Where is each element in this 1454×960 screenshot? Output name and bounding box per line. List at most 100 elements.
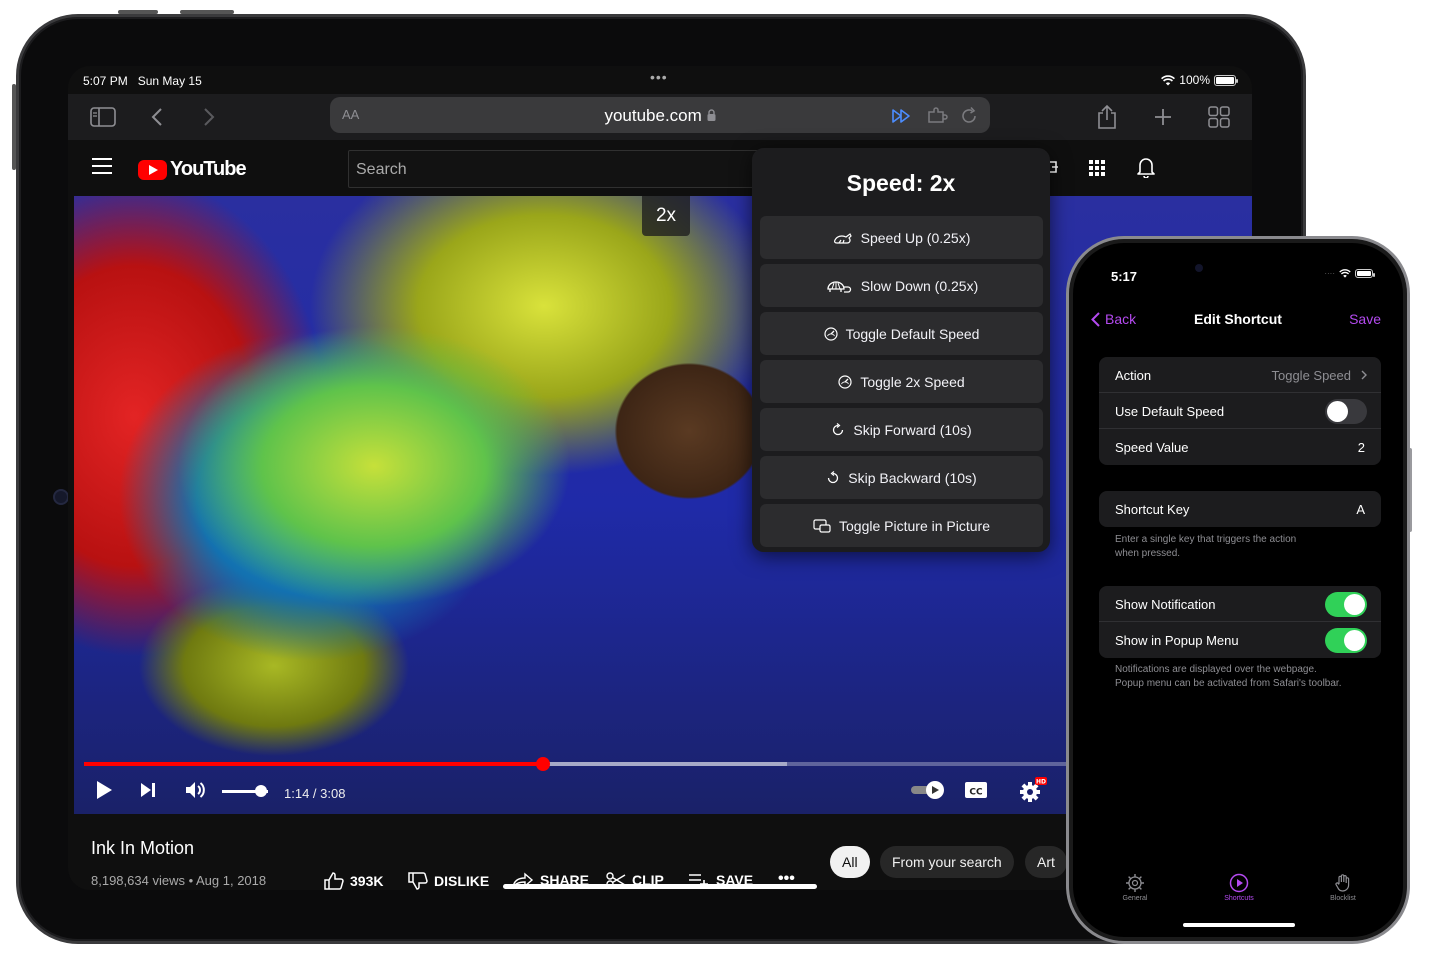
- tab-shortcuts-label: Shortcuts: [1224, 895, 1254, 902]
- share-icon[interactable]: [1092, 102, 1122, 132]
- speed-value-row[interactable]: Speed Value 2: [1099, 429, 1381, 465]
- signal-dots-icon: ····: [1324, 269, 1335, 278]
- settings-gear-icon[interactable]: HD: [1018, 776, 1048, 804]
- iphone-status-bar: 5:17 ····: [1079, 249, 1397, 293]
- iphone-status-time: 5:17: [1111, 269, 1138, 284]
- skip-backward-button[interactable]: Skip Backward (10s): [760, 456, 1043, 499]
- skip-forward-button[interactable]: Skip Forward (10s): [760, 408, 1043, 451]
- skip-backward-label: Skip Backward (10s): [848, 469, 977, 486]
- speed-up-label: Speed Up (0.25x): [860, 229, 971, 246]
- pip-icon: [813, 518, 831, 533]
- reload-icon[interactable]: [958, 105, 980, 127]
- progress-bar[interactable]: [84, 757, 1074, 771]
- bell-icon[interactable]: [1136, 156, 1156, 178]
- url-domain: youtube.com: [604, 106, 702, 125]
- back-chevron-icon[interactable]: [142, 102, 172, 132]
- apps-grid-icon[interactable]: [1088, 159, 1106, 177]
- dislike-button[interactable]: DISLIKE: [408, 872, 489, 890]
- toggle-pip-label: Toggle Picture in Picture: [839, 517, 990, 534]
- chip-all[interactable]: All: [830, 846, 870, 878]
- play-icon[interactable]: [94, 778, 114, 802]
- safari-toolbar: AA youtube.com: [68, 94, 1252, 140]
- video-title: Ink In Motion: [91, 838, 195, 858]
- toggle-default-speed-label: Toggle Default Speed: [845, 325, 980, 342]
- tab-blocklist[interactable]: Blocklist: [1303, 873, 1383, 902]
- notification-group: Show Notification Show in Popup Menu: [1099, 586, 1381, 658]
- url-field[interactable]: AA youtube.com: [330, 97, 990, 133]
- status-right: 100%: [1161, 73, 1238, 87]
- thumbs-up-icon: [324, 872, 344, 890]
- toggle-pip-button[interactable]: Toggle Picture in Picture: [760, 504, 1043, 547]
- action-settings-group: Action Toggle Speed Use Default Speed Sp…: [1099, 357, 1381, 465]
- navigation-bar: Back Edit Shortcut Save: [1079, 299, 1397, 339]
- sidebar-icon[interactable]: [88, 102, 118, 132]
- tab-general[interactable]: General: [1095, 873, 1175, 902]
- speed-popup-menu: Speed: 2x Speed Up (0.25x) Slow Down (0.…: [752, 148, 1050, 552]
- toggle-default-speed-button[interactable]: Toggle Default Speed: [760, 312, 1043, 355]
- battery-percent: 100%: [1179, 73, 1210, 87]
- show-popup-row: Show in Popup Menu: [1099, 622, 1381, 658]
- action-row[interactable]: Action Toggle Speed: [1099, 357, 1381, 393]
- tab-general-label: General: [1122, 895, 1148, 902]
- iphone-screen: 5:17 ···· Back Edit Shortcut Save Action: [1079, 249, 1397, 931]
- show-popup-toggle[interactable]: [1325, 628, 1367, 653]
- like-count: 393K: [350, 873, 384, 889]
- show-notification-toggle[interactable]: [1325, 592, 1367, 617]
- youtube-logo[interactable]: YouTube: [138, 158, 247, 181]
- forward-chevron-icon[interactable]: [194, 102, 224, 132]
- tab-shortcuts[interactable]: Shortcuts: [1199, 873, 1279, 902]
- youtube-play-logo-icon: [138, 159, 167, 180]
- hd-badge: HD: [1036, 779, 1046, 786]
- play-circle-icon: [1229, 873, 1249, 893]
- chip-art[interactable]: Art: [1025, 846, 1067, 878]
- rotate-cw-icon: [833, 422, 844, 435]
- status-time-date: 5:07 PM Sun May 15: [83, 74, 202, 88]
- speed-extension-icon[interactable]: [890, 105, 912, 127]
- slow-down-label: Slow Down (0.25x): [860, 277, 979, 294]
- tabs-grid-icon[interactable]: [1204, 102, 1234, 132]
- shortcut-key-footnote-line1: Enter a single key that triggers the act…: [1115, 534, 1297, 545]
- toggle-2x-speed-button[interactable]: Toggle 2x Speed: [760, 360, 1043, 403]
- speed-up-button[interactable]: Speed Up (0.25x): [760, 216, 1043, 259]
- youtube-header: YouTube Search: [68, 140, 1252, 196]
- shortcut-key-row[interactable]: Shortcut Key A: [1099, 491, 1381, 527]
- ipad-home-indicator: [503, 884, 817, 889]
- hand-icon: [1335, 874, 1350, 892]
- shortcut-key-value: A: [1356, 502, 1365, 517]
- tab-blocklist-label: Blocklist: [1330, 895, 1356, 902]
- gear-icon: [1126, 874, 1144, 892]
- toggle-2x-speed-label: Toggle 2x Speed: [860, 373, 965, 390]
- show-notification-label: Show Notification: [1115, 597, 1216, 612]
- turtle-icon: [827, 280, 851, 293]
- rotate-ccw-icon: [828, 470, 839, 483]
- status-time: 5:07 PM: [83, 74, 128, 88]
- autoplay-toggle-icon[interactable]: [910, 780, 946, 800]
- progress-scrubber-knob[interactable]: [535, 757, 550, 771]
- status-date: Sun May 15: [137, 74, 202, 88]
- chip-from-your-search[interactable]: From your search: [880, 846, 1014, 878]
- notification-footnote: Notifications are displayed over the web…: [1115, 663, 1375, 691]
- slow-down-button[interactable]: Slow Down (0.25x): [760, 264, 1043, 307]
- popup-title: Speed: 2x: [846, 170, 956, 196]
- volume-knob[interactable]: [255, 785, 268, 797]
- like-button[interactable]: 393K: [324, 872, 383, 890]
- new-tab-plus-icon[interactable]: [1148, 102, 1178, 132]
- hamburger-menu-icon[interactable]: [92, 158, 112, 174]
- youtube-search-input[interactable]: Search: [348, 150, 778, 188]
- speed-overlay-badge: 2x: [642, 196, 690, 236]
- ipad-camera: [53, 489, 69, 505]
- multitasking-dots-icon[interactable]: •••: [650, 69, 668, 85]
- save-button[interactable]: Save: [1349, 311, 1381, 327]
- speed-value-label: Speed Value: [1115, 440, 1189, 455]
- captions-cc-icon[interactable]: CC: [964, 780, 988, 800]
- speed-value: 2: [1357, 440, 1365, 455]
- time-display: 1:14 / 3:08: [284, 786, 346, 801]
- next-icon[interactable]: [138, 778, 158, 802]
- use-default-speed-label: Use Default Speed: [1115, 404, 1225, 419]
- video-meta: 8,198,634 views • Aug 1, 2018: [91, 873, 267, 888]
- notification-footnote-line2: Popup menu can be activated from Safari'…: [1115, 678, 1342, 689]
- use-default-speed-toggle[interactable]: [1325, 399, 1367, 424]
- volume-icon[interactable]: [184, 778, 208, 802]
- extension-puzzle-icon[interactable]: [926, 105, 948, 127]
- search-placeholder: Search: [356, 161, 407, 178]
